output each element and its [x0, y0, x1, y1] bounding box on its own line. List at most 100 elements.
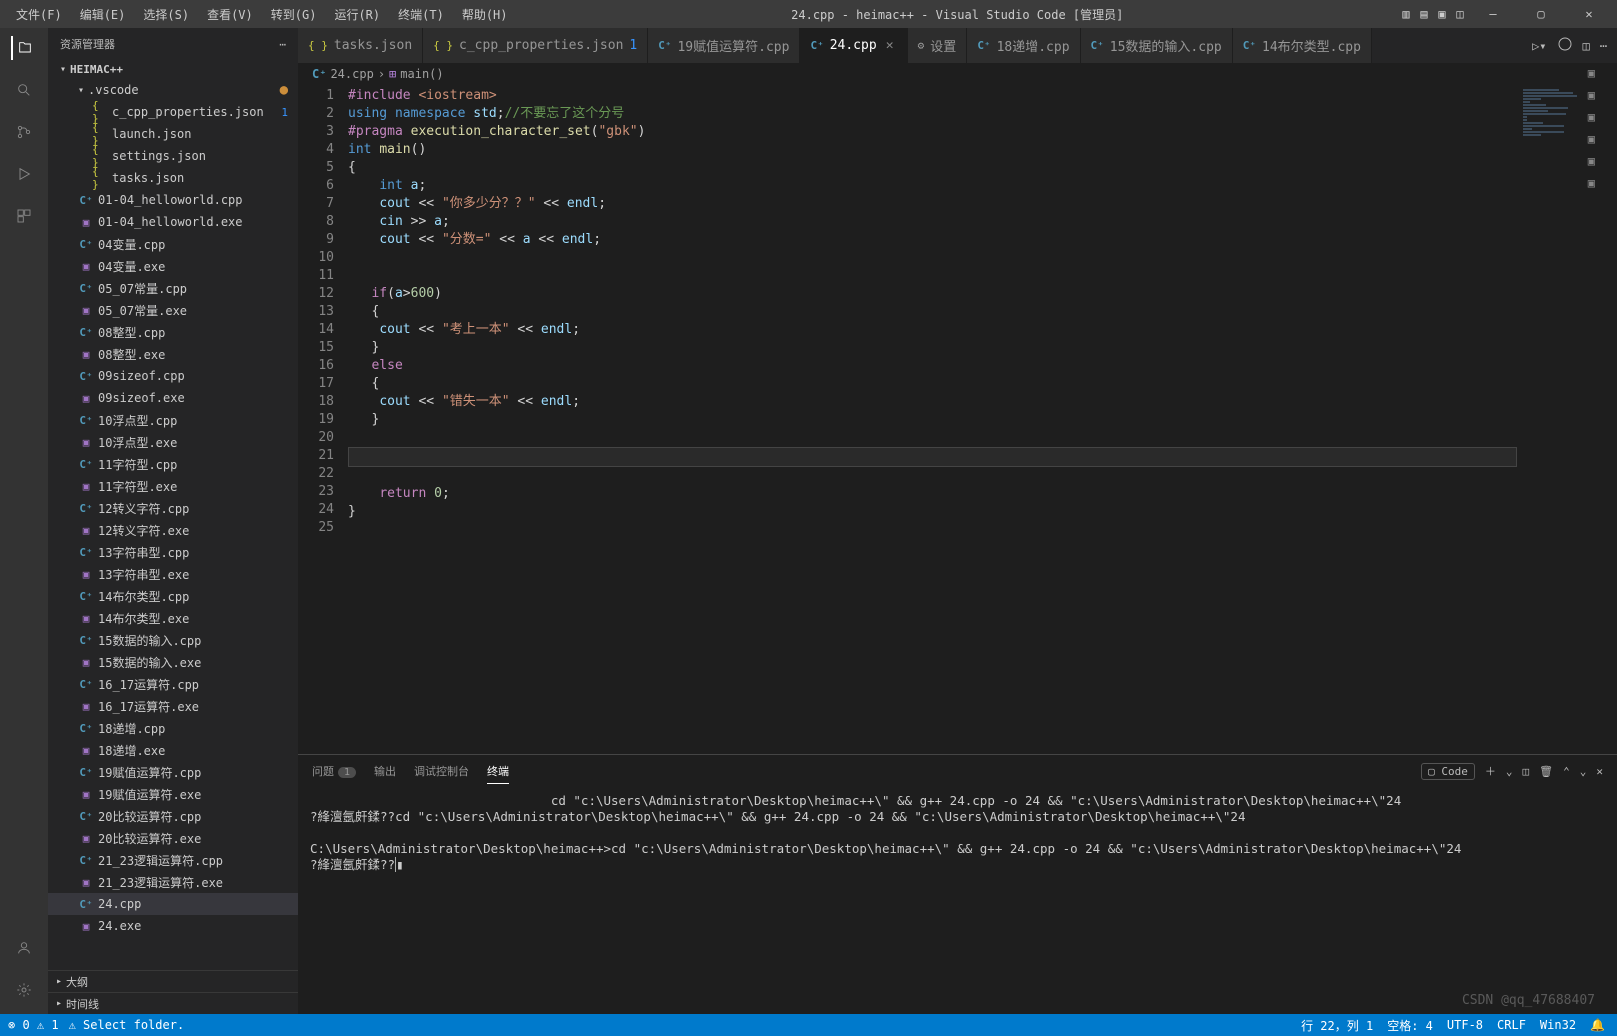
- file-item[interactable]: ▣09sizeof.exe: [48, 387, 298, 409]
- file-item[interactable]: C⁺24.cpp: [48, 893, 298, 915]
- layout-icon-3[interactable]: ▣: [1435, 7, 1449, 21]
- new-terminal-icon[interactable]: ＋: [1485, 763, 1496, 779]
- file-item[interactable]: { }settings.json: [48, 145, 298, 167]
- menu-help[interactable]: 帮助(H): [454, 2, 516, 27]
- file-item[interactable]: C⁺01-04_helloworld.cpp: [48, 189, 298, 211]
- status-indentation[interactable]: 空格: 4: [1387, 1017, 1433, 1034]
- menu-terminal[interactable]: 终端(T): [390, 2, 452, 27]
- breadcrumb-file[interactable]: 24.cpp: [330, 67, 373, 81]
- file-item[interactable]: ▣11字符型.exe: [48, 475, 298, 497]
- split-editor-icon[interactable]: ◫: [1583, 39, 1590, 53]
- file-item[interactable]: ▣16_17运算符.exe: [48, 695, 298, 717]
- project-root[interactable]: HEIMAC++: [48, 60, 298, 79]
- file-item[interactable]: C⁺09sizeof.cpp: [48, 365, 298, 387]
- terminal-content[interactable]: cd "c:\Users\Administrator\Desktop\heima…: [298, 787, 1617, 1014]
- terminal-instance-icon[interactable]: ▣: [1588, 154, 1595, 168]
- run-debug-icon[interactable]: [12, 162, 36, 186]
- status-language[interactable]: Win32: [1540, 1018, 1576, 1032]
- close-window-button[interactable]: ✕: [1567, 0, 1611, 28]
- status-notifications-icon[interactable]: 🔔: [1590, 1018, 1605, 1032]
- file-item[interactable]: C⁺11字符型.cpp: [48, 453, 298, 475]
- panel-tab-output[interactable]: 输出: [374, 759, 396, 783]
- extensions-icon[interactable]: [12, 204, 36, 228]
- panel-close-icon[interactable]: ✕: [1596, 765, 1603, 778]
- terminal-dropdown-icon[interactable]: ⌄: [1506, 765, 1513, 778]
- editor-tab[interactable]: C⁺18递增.cpp: [967, 28, 1080, 63]
- code-content[interactable]: #include <iostream> using namespace std;…: [348, 85, 1517, 754]
- file-item[interactable]: ▣04变量.exe: [48, 255, 298, 277]
- file-item[interactable]: ▣10浮点型.exe: [48, 431, 298, 453]
- menu-go[interactable]: 转到(G): [263, 2, 325, 27]
- file-item[interactable]: C⁺21_23逻辑运算符.cpp: [48, 849, 298, 871]
- editor-tab[interactable]: C⁺14布尔类型.cpp: [1233, 28, 1372, 63]
- run-code-icon[interactable]: ▷▾: [1532, 39, 1546, 53]
- compare-changes-icon[interactable]: [1557, 36, 1573, 55]
- layout-icon-2[interactable]: ▤: [1417, 7, 1431, 21]
- close-tab-icon[interactable]: ✕: [883, 38, 897, 53]
- editor-body[interactable]: 1234567891011121314151617181920212223242…: [298, 85, 1617, 754]
- editor-tab[interactable]: C⁺15数据的输入.cpp: [1081, 28, 1233, 63]
- file-item[interactable]: ▣15数据的输入.exe: [48, 651, 298, 673]
- timeline-section[interactable]: 时间线: [48, 992, 298, 1014]
- editor-tab[interactable]: C⁺24.cpp✕: [800, 28, 907, 63]
- editor-tab[interactable]: ⚙设置: [908, 28, 968, 63]
- file-item[interactable]: ▣12转义字符.exe: [48, 519, 298, 541]
- file-item[interactable]: C⁺15数据的输入.cpp: [48, 629, 298, 651]
- panel-tab-debug[interactable]: 调试控制台: [414, 759, 469, 783]
- file-item[interactable]: C⁺18递增.cpp: [48, 717, 298, 739]
- status-cursor-position[interactable]: 行 22，列 1: [1301, 1017, 1373, 1034]
- maximize-button[interactable]: ▢: [1519, 0, 1563, 28]
- terminal-instance-icon[interactable]: ▣: [1588, 132, 1595, 146]
- file-item[interactable]: ▣21_23逻辑运算符.exe: [48, 871, 298, 893]
- settings-gear-icon[interactable]: [12, 978, 36, 1002]
- status-select-folder[interactable]: ⚠ Select folder.: [69, 1018, 185, 1032]
- file-item[interactable]: C⁺20比较运算符.cpp: [48, 805, 298, 827]
- file-item[interactable]: ▣08整型.exe: [48, 343, 298, 365]
- panel-chevron-up-icon[interactable]: ⌃: [1563, 765, 1570, 778]
- status-eol[interactable]: CRLF: [1497, 1018, 1526, 1032]
- menu-view[interactable]: 查看(V): [199, 2, 261, 27]
- layout-icon-1[interactable]: ▥: [1399, 7, 1413, 21]
- terminal-instance-icon[interactable]: ▣: [1588, 176, 1595, 190]
- panel-chevron-down-icon[interactable]: ⌄: [1580, 765, 1587, 778]
- menu-selection[interactable]: 选择(S): [135, 2, 197, 27]
- explorer-icon[interactable]: [11, 36, 35, 60]
- editor-tab[interactable]: { }c_cpp_properties.json1: [423, 28, 648, 63]
- layout-icon-4[interactable]: ◫: [1453, 7, 1467, 21]
- editor-tab[interactable]: { }tasks.json: [298, 28, 423, 63]
- outline-section[interactable]: 大纲: [48, 970, 298, 992]
- file-item[interactable]: ▣01-04_helloworld.exe: [48, 211, 298, 233]
- file-item[interactable]: ▣19赋值运算符.exe: [48, 783, 298, 805]
- menu-run[interactable]: 运行(R): [326, 2, 388, 27]
- minimize-button[interactable]: —: [1471, 0, 1515, 28]
- file-item[interactable]: C⁺16_17运算符.cpp: [48, 673, 298, 695]
- file-item[interactable]: { }tasks.json: [48, 167, 298, 189]
- file-item[interactable]: C⁺13字符串型.cpp: [48, 541, 298, 563]
- file-item[interactable]: C⁺12转义字符.cpp: [48, 497, 298, 519]
- file-item[interactable]: ▣24.exe: [48, 915, 298, 937]
- kill-terminal-icon[interactable]: 🗑: [1539, 765, 1553, 778]
- breadcrumb-symbol[interactable]: main(): [400, 67, 443, 81]
- explorer-more-icon[interactable]: ⋯: [279, 38, 286, 51]
- terminal-instance-icon[interactable]: ▣: [1588, 66, 1595, 80]
- status-encoding[interactable]: UTF-8: [1447, 1018, 1483, 1032]
- file-item[interactable]: ▣20比较运算符.exe: [48, 827, 298, 849]
- split-terminal-icon[interactable]: ◫: [1523, 765, 1530, 778]
- panel-tab-terminal[interactable]: 终端: [487, 759, 509, 784]
- minimap[interactable]: [1517, 85, 1617, 754]
- more-actions-icon[interactable]: ⋯: [1600, 39, 1607, 53]
- file-item[interactable]: C⁺19赋值运算符.cpp: [48, 761, 298, 783]
- terminal-profile-button[interactable]: ▢ Code: [1421, 763, 1475, 780]
- file-item[interactable]: C⁺10浮点型.cpp: [48, 409, 298, 431]
- terminal-instance-icon[interactable]: ▣: [1588, 88, 1595, 102]
- terminal-instance-icon[interactable]: ▣: [1588, 110, 1595, 124]
- file-item[interactable]: { }c_cpp_properties.json1: [48, 101, 298, 123]
- search-icon[interactable]: [12, 78, 36, 102]
- file-item[interactable]: C⁺14布尔类型.cpp: [48, 585, 298, 607]
- file-item[interactable]: C⁺08整型.cpp: [48, 321, 298, 343]
- file-item[interactable]: ▣18递增.exe: [48, 739, 298, 761]
- file-item[interactable]: C⁺05_07常量.cpp: [48, 277, 298, 299]
- file-item[interactable]: ▣14布尔类型.exe: [48, 607, 298, 629]
- file-item[interactable]: ▣05_07常量.exe: [48, 299, 298, 321]
- source-control-icon[interactable]: [12, 120, 36, 144]
